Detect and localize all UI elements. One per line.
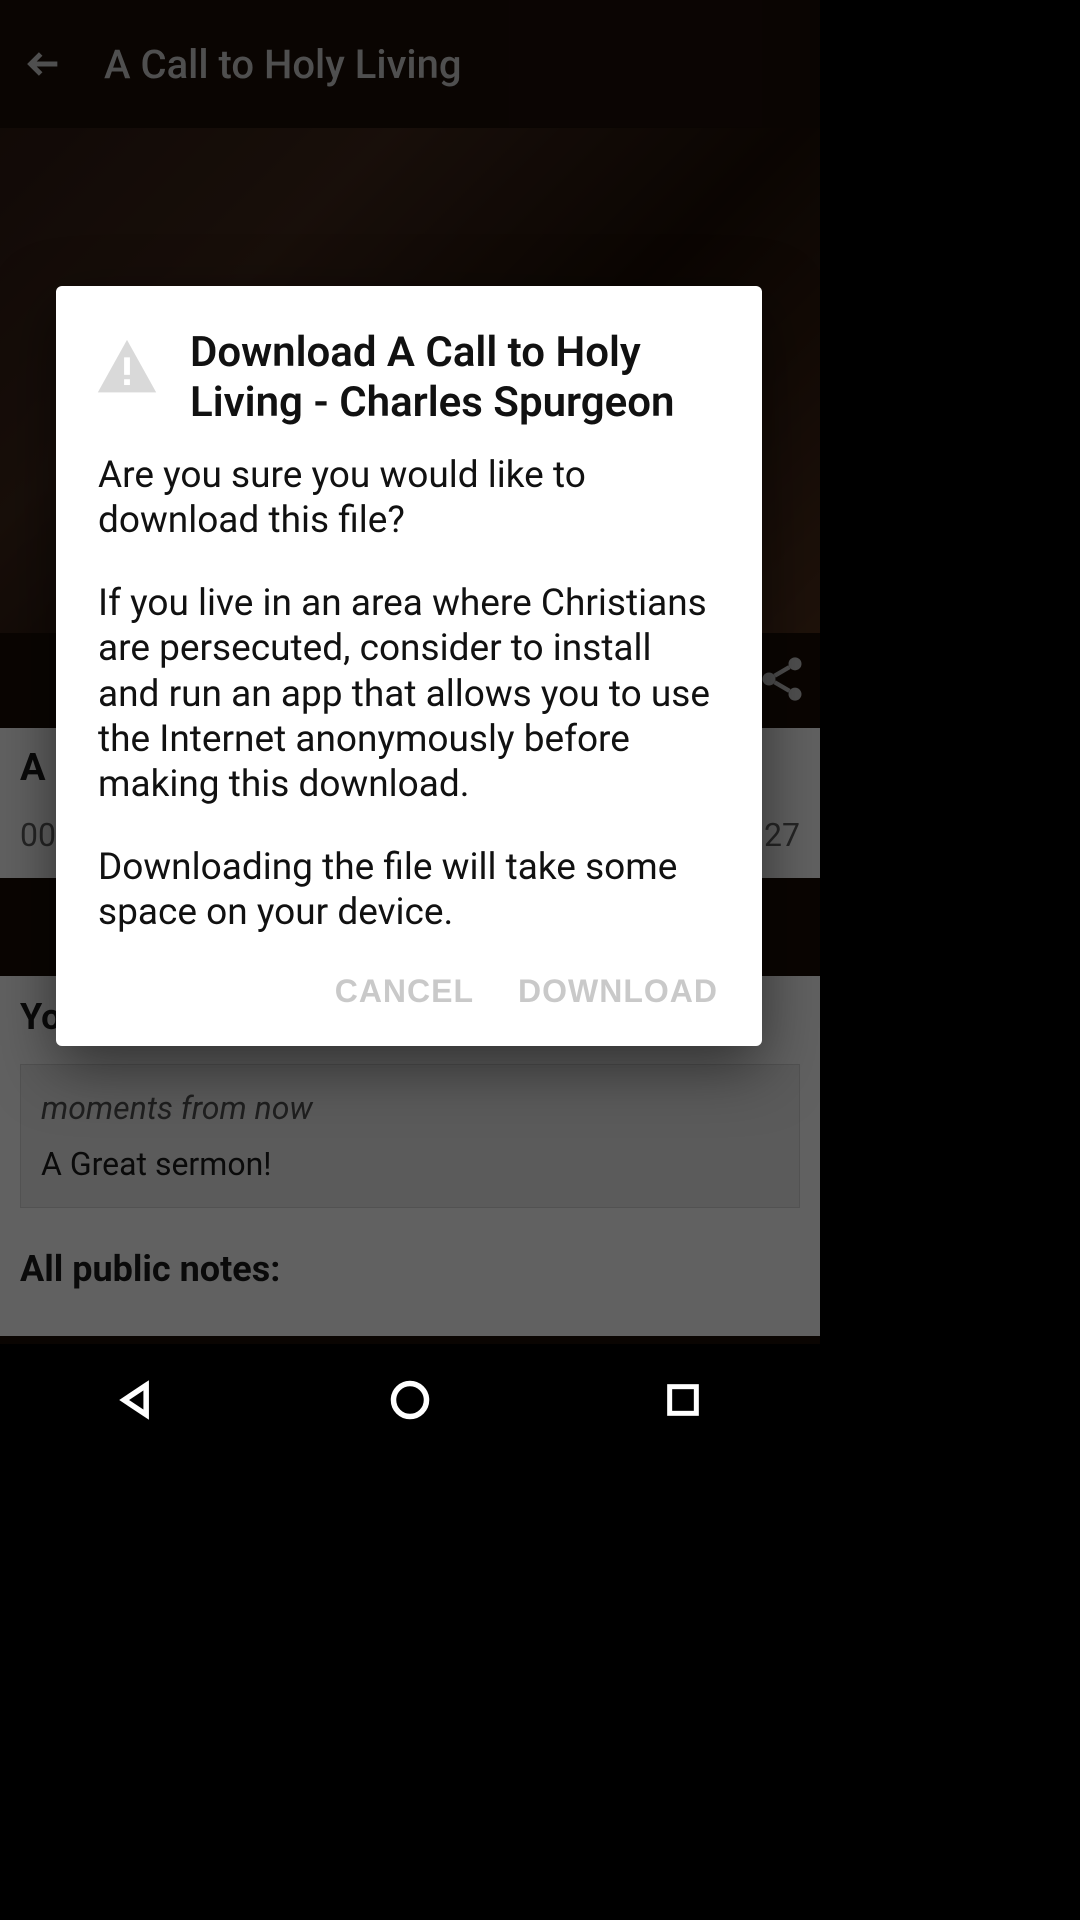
dialog-para-1: Are you sure you would like to download … <box>98 453 720 543</box>
dialog-para-3: Downloading the file will take some spac… <box>98 845 720 935</box>
circle-home-icon <box>388 1378 432 1422</box>
dialog-actions: CANCEL DOWNLOAD <box>56 963 762 1010</box>
triangle-back-icon <box>115 1378 159 1422</box>
dialog-body: Are you sure you would like to download … <box>56 445 762 935</box>
nav-back-button[interactable] <box>107 1370 167 1430</box>
system-nav-bar <box>0 1344 820 1456</box>
cancel-button[interactable]: CANCEL <box>335 973 474 1010</box>
dialog-title: Download A Call to Holy Living - Charles… <box>190 328 726 427</box>
square-recent-icon <box>663 1380 703 1420</box>
warning-icon <box>92 334 162 404</box>
nav-home-button[interactable] <box>380 1370 440 1430</box>
download-button[interactable]: DOWNLOAD <box>518 973 718 1010</box>
download-dialog: Download A Call to Holy Living - Charles… <box>56 286 762 1046</box>
nav-recent-button[interactable] <box>653 1370 713 1430</box>
dialog-para-2: If you live in an area where Christians … <box>98 581 720 807</box>
